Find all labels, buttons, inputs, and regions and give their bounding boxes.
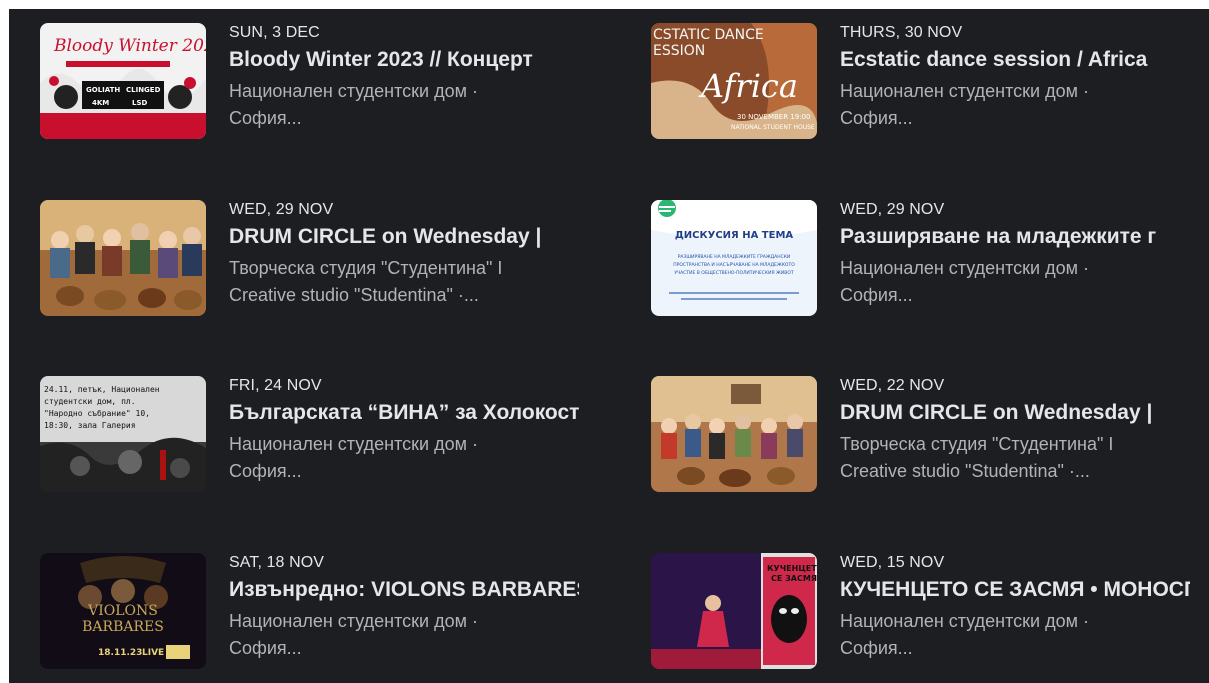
event-image-bloody-winter: Bloody Winter 2023 GOLIATH CLINGED 4KM L… — [40, 23, 206, 139]
event-card[interactable]: ДИСКУСИЯ НА ТЕМА РАЗШИРЯВАНЕ НА МЛАДЕЖКИ… — [651, 200, 1209, 318]
thumb-text: Africa — [698, 67, 798, 105]
thumb-text: ПРОСТРАНСТВА И НАСЪРЧАВАНЕ НА МЛАДЕЖКОТО — [673, 262, 795, 268]
event-info: WED, 22 NOV DRUM CIRCLE on Wednesday | Т… — [840, 376, 1200, 485]
thumb-text: КУЧЕНЦЕТО — [767, 564, 817, 573]
thumb-text: 30 NOVEMBER 19:00 — [737, 113, 811, 121]
event-image-drum-circle — [40, 200, 206, 316]
thumb-text: VIOLONS — [87, 603, 158, 619]
thumb-text: LIVE — [142, 648, 164, 658]
thumb-text: 4KM — [92, 99, 109, 107]
thumb-text: CLINGED — [126, 86, 161, 94]
event-date: WED, 15 NOV — [840, 554, 945, 571]
event-info: FRI, 24 NOV Българската “ВИНА” за Холоко… — [229, 376, 589, 485]
event-date: WED, 29 NOV — [840, 201, 945, 218]
event-card[interactable]: WED, 29 NOV DRUM CIRCLE on Wednesday | Т… — [40, 200, 600, 318]
event-info: SUN, 3 DEC Bloody Winter 2023 // Концерт… — [229, 23, 589, 132]
event-thumbnail[interactable]: 24.11, петък, Национален студентски дом,… — [40, 376, 206, 492]
thumb-text: РАЗШИРЯВАНЕ НА МЛАДЕЖКИТЕ ГРАЖДАНСКИ — [678, 254, 791, 260]
event-title[interactable]: DRUM CIRCLE on Wednesday | — [229, 223, 579, 251]
event-thumbnail[interactable]: Bloody Winter 2023 GOLIATH CLINGED 4KM L… — [40, 23, 206, 139]
event-card[interactable]: CSTATIC DANCE ESSION Africa 30 NOVEMBER … — [651, 23, 1209, 141]
event-info: SAT, 18 NOV Извънредно: VIOLONS BARBARES… — [229, 553, 589, 662]
event-info: WED, 29 NOV DRUM CIRCLE on Wednesday | Т… — [229, 200, 589, 309]
event-thumbnail[interactable]: VIOLONS BARBARES 18.11.23 LIVE — [40, 553, 206, 669]
thumb-text: ESSION — [653, 43, 705, 59]
event-image-kuchentseto: КУЧЕНЦЕТО СЕ ЗАСМЯ — [651, 553, 817, 669]
event-card[interactable]: КУЧЕНЦЕТО СЕ ЗАСМЯ WED, 15 NOV КУЧЕНЦЕТО… — [651, 553, 1209, 671]
event-location: Творческа студия "Студентина" I Creative… — [840, 434, 1114, 481]
events-grid: Bloody Winter 2023 GOLIATH CLINGED 4KM L… — [9, 9, 1209, 683]
event-date: FRI, 24 NOV — [229, 377, 322, 394]
thumb-text: NATIONAL STUDENT HOUSE — [731, 124, 815, 131]
event-thumbnail[interactable] — [40, 200, 206, 316]
event-location: Национален студентски дом · София... — [840, 81, 1089, 128]
event-location: Национален студентски дом · София... — [229, 611, 478, 658]
event-info: WED, 15 NOV КУЧЕНЦЕТО СЕ ЗАСМЯ • МОНОСПЕ… — [840, 553, 1200, 662]
thumb-text: СЕ ЗАСМЯ — [771, 574, 817, 583]
event-title[interactable]: DRUM CIRCLE on Wednesday | — [840, 399, 1190, 427]
event-image-youth-discussion: ДИСКУСИЯ НА ТЕМА РАЗШИРЯВАНЕ НА МЛАДЕЖКИ… — [651, 200, 817, 316]
event-date: WED, 22 NOV — [840, 377, 945, 394]
thumb-text: студентски дом, пл. — [44, 397, 136, 406]
event-thumbnail[interactable]: ДИСКУСИЯ НА ТЕМА РАЗШИРЯВАНЕ НА МЛАДЕЖКИ… — [651, 200, 817, 316]
event-thumbnail[interactable] — [651, 376, 817, 492]
event-date: SAT, 18 NOV — [229, 554, 325, 571]
event-location: Национален студентски дом · София... — [840, 258, 1089, 305]
event-date: WED, 29 NOV — [229, 201, 334, 218]
event-card[interactable]: WED, 22 NOV DRUM CIRCLE on Wednesday | Т… — [651, 376, 1209, 494]
event-card[interactable]: 24.11, петък, Национален студентски дом,… — [40, 376, 600, 494]
thumb-text: УЧАСТИЕ В ОБЩЕСТВЕНО-ПОЛИТИЧЕСКИЯ ЖИВОТ — [674, 270, 794, 276]
thumb-text: 18.11.23 — [98, 648, 142, 658]
event-image-holocaust-guilt: 24.11, петък, Национален студентски дом,… — [40, 376, 206, 492]
event-location: Национален студентски дом · София... — [229, 434, 478, 481]
event-title[interactable]: Bloody Winter 2023 // Концерт — [229, 46, 579, 74]
thumb-text: GOLIATH — [86, 86, 120, 94]
event-date: SUN, 3 DEC — [229, 24, 320, 41]
event-image-drum-circle — [651, 376, 817, 492]
event-title[interactable]: Българската “ВИНА” за Холокост — [229, 399, 579, 427]
event-info: THURS, 30 NOV Ecstatic dance session / A… — [840, 23, 1200, 132]
thumb-text: LSD — [132, 99, 148, 107]
event-location: Национален студентски дом · София... — [840, 611, 1089, 658]
events-panel: Bloody Winter 2023 GOLIATH CLINGED 4KM L… — [9, 9, 1209, 683]
thumb-text: CSTATIC DANCE — [653, 27, 764, 43]
event-title[interactable]: КУЧЕНЦЕТО СЕ ЗАСМЯ • МОНОСПЕКТАКЪЛ — [840, 576, 1190, 604]
event-image-violons-barbares: VIOLONS BARBARES 18.11.23 LIVE — [40, 553, 206, 669]
event-info: WED, 29 NOV Разширяване на младежките г … — [840, 200, 1200, 309]
thumb-text: BARBARES — [82, 619, 164, 635]
thumb-text: "Народно събрание" 10, — [44, 408, 150, 418]
event-thumbnail[interactable]: КУЧЕНЦЕТО СЕ ЗАСМЯ — [651, 553, 817, 669]
event-date: THURS, 30 NOV — [840, 24, 963, 41]
event-location: Национален студентски дом · София... — [229, 81, 478, 128]
thumb-text: Bloody Winter 2023 — [53, 36, 206, 56]
event-card[interactable]: Bloody Winter 2023 GOLIATH CLINGED 4KM L… — [40, 23, 600, 141]
thumb-text: 24.11, петък, Национален — [44, 385, 160, 394]
event-thumbnail[interactable]: CSTATIC DANCE ESSION Africa 30 NOVEMBER … — [651, 23, 817, 139]
events-column-right: CSTATIC DANCE ESSION Africa 30 NOVEMBER … — [620, 9, 1209, 683]
thumb-text: 18:30, зала Галерия — [44, 421, 136, 430]
events-column-left: Bloody Winter 2023 GOLIATH CLINGED 4KM L… — [9, 9, 609, 683]
event-image-ecstatic-dance: CSTATIC DANCE ESSION Africa 30 NOVEMBER … — [651, 23, 817, 139]
event-title[interactable]: Ecstatic dance session / Africa — [840, 46, 1190, 74]
event-location: Творческа студия "Студентина" I Creative… — [229, 258, 503, 305]
event-title[interactable]: Разширяване на младежките г — [840, 223, 1190, 251]
event-title[interactable]: Извънредно: VIOLONS BARBARES — [229, 576, 579, 604]
thumb-text: ДИСКУСИЯ НА ТЕМА — [675, 230, 794, 241]
event-card[interactable]: VIOLONS BARBARES 18.11.23 LIVE SAT, 18 N… — [40, 553, 600, 671]
